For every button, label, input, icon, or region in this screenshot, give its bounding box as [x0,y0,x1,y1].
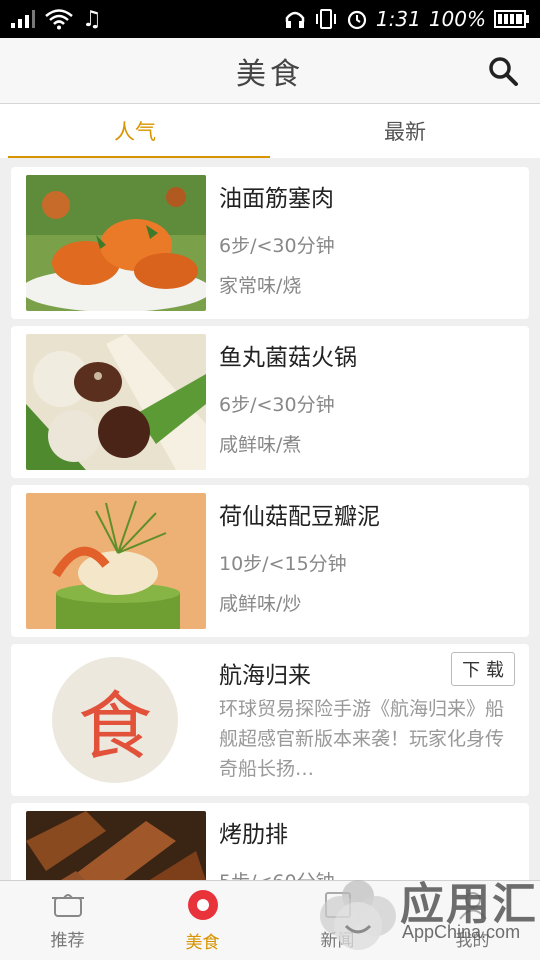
recipe-steps-time: 6步/<30分钟 [219,235,335,257]
appchina-watermark: 应用汇 AppChina.com [318,866,540,958]
recipe-flavor-method: 家常味/烧 [219,275,302,297]
signal-icon [11,10,35,28]
ad-title: 航海归来 [219,663,311,689]
recipe-image-mushroom-hotpot [26,334,206,470]
tab-popular[interactable]: 人气 [0,104,270,158]
smiley-cloud-icon [320,880,396,950]
recipe-title: 烤肋排 [219,822,288,848]
nav-label: 推荐 [50,931,85,951]
search-icon[interactable] [486,54,520,88]
status-bar: ♫ 1:31 100% [0,0,540,38]
recipe-title: 油面筋塞肉 [219,186,334,212]
ad-description: 环球贸易探险手游《航海归来》船舰超感官新版本来袭！玩家化身传奇船长扬… [219,698,505,780]
tab-latest[interactable]: 最新 [270,104,540,158]
pot-icon [51,894,84,917]
recipe-card[interactable]: 荷仙菇配豆瓣泥 10步/<15分钟 咸鲜味/炒 [11,485,529,637]
recipe-card[interactable]: 鱼丸菌菇火锅 6步/<30分钟 咸鲜味/煮 [11,326,529,478]
recipe-flavor-method: 咸鲜味/煮 [219,434,302,456]
battery-icon [494,10,529,28]
recipe-card[interactable]: 油面筋塞肉 6步/<30分钟 家常味/烧 [11,167,529,319]
recipe-title: 荷仙菇配豆瓣泥 [219,504,380,530]
ad-logo: 食 [52,657,178,783]
alarm-icon [347,10,366,30]
recipe-flavor-method: 咸鲜味/炒 [219,593,302,615]
page-title: 美食 [236,56,304,92]
recipe-steps-time: 10步/<15分钟 [219,553,347,575]
headphone-icon [285,11,305,28]
vibrate-icon [315,9,336,29]
recipe-image-mushroom-bean-paste [26,493,206,629]
wifi-icon [45,9,73,30]
battery-percent: 100% [428,7,486,31]
recipe-image-grilled-ribs [26,811,206,880]
watermark-subtext: AppChina.com [402,922,521,942]
clock-time: 1:31 [375,7,421,31]
nav-recommend[interactable]: 推荐 [0,881,135,960]
recipe-title: 鱼丸菌菇火锅 [219,345,357,371]
nav-food[interactable]: 美食 [135,881,270,960]
recipe-image-stuffed-gluten [26,175,206,311]
ad-card[interactable]: 食 航海归来 下 载 环球贸易探险手游《航海归来》船舰超感官新版本来袭！玩家化身… [11,644,529,796]
nav-label: 美食 [185,933,220,953]
food-circle-icon [187,890,218,920]
app-header: 美食 [0,38,540,104]
recipe-list[interactable]: 油面筋塞肉 6步/<30分钟 家常味/烧 鱼丸菌菇火锅 6步/<30分钟 咸鲜味… [0,158,540,880]
download-button[interactable]: 下 载 [451,652,515,686]
recipe-steps-time: 6步/<30分钟 [219,394,335,416]
tab-bar: 人气 最新 [0,104,540,158]
music-icon: ♫ [82,6,102,32]
